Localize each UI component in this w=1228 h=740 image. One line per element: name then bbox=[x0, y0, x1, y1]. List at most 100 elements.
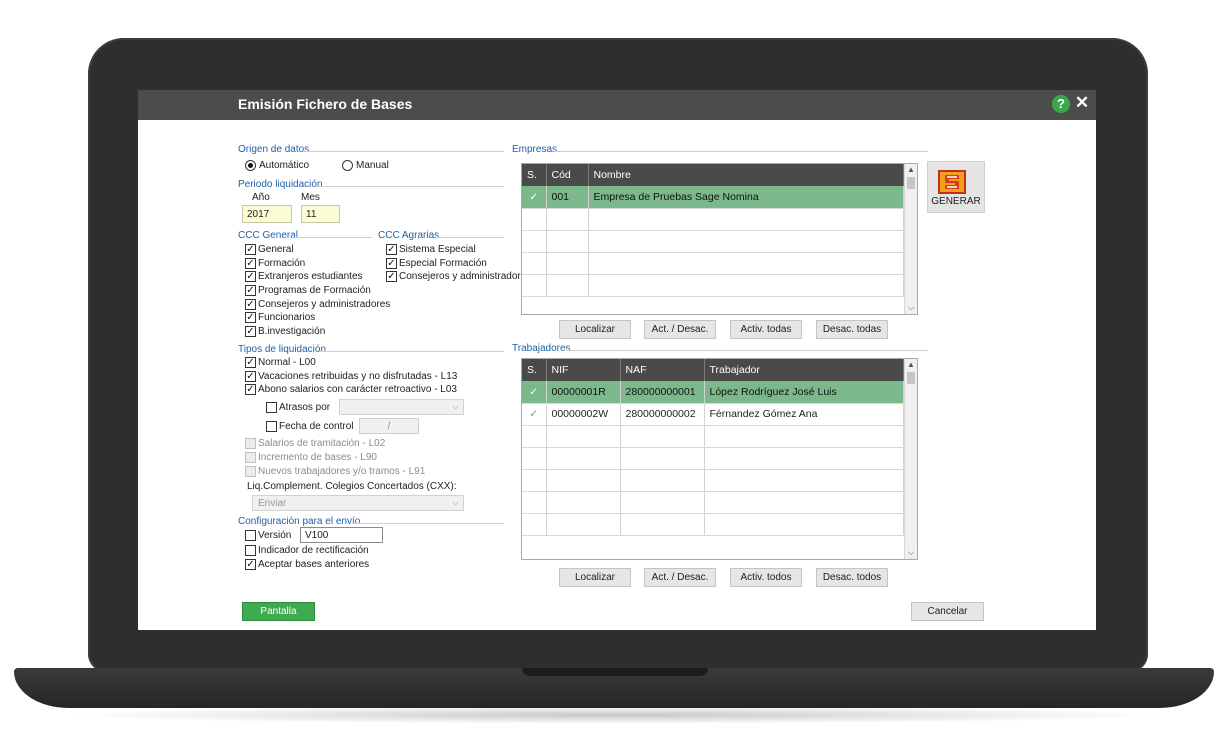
activ-todas-button[interactable]: Activ. todas bbox=[730, 320, 802, 339]
checkbox-formacion[interactable]: ✓ bbox=[245, 258, 256, 269]
checkbox-rectificacion[interactable] bbox=[245, 545, 256, 556]
ccc-general-label: Programas de Formación bbox=[258, 285, 371, 296]
aceptar-bases-label: Aceptar bases anteriores bbox=[258, 559, 370, 570]
checkbox-incremento-bases[interactable] bbox=[245, 452, 256, 463]
checkbox-fecha-control[interactable] bbox=[266, 421, 277, 432]
version-field[interactable]: V100 bbox=[300, 527, 383, 543]
trabajadores-grid: S. NIF NAF Trabajador ✓ 00000001R 280000… bbox=[521, 358, 918, 560]
generar-icon bbox=[938, 170, 966, 194]
checkbox-nuevos-trabajadores[interactable] bbox=[245, 466, 256, 477]
divider bbox=[436, 237, 504, 238]
table-row[interactable] bbox=[522, 513, 904, 536]
checkbox-salarios-tramitacion[interactable] bbox=[245, 438, 256, 449]
checkbox-abono[interactable]: ✓ bbox=[245, 384, 256, 395]
column-header[interactable]: S. bbox=[522, 359, 547, 381]
month-field[interactable]: 11 bbox=[301, 205, 340, 223]
tipos-title: Tipos de liquidación bbox=[238, 344, 327, 355]
checkbox-funcionarios[interactable]: ✓ bbox=[245, 312, 256, 323]
table-row[interactable] bbox=[522, 425, 904, 448]
localizar-trabajadores-button[interactable]: Localizar bbox=[559, 568, 631, 587]
config-title: Configuración para el envío bbox=[238, 516, 361, 527]
atrasos-label: Atrasos por bbox=[279, 402, 331, 413]
table-row[interactable] bbox=[522, 208, 904, 231]
radio-automatico[interactable] bbox=[245, 160, 256, 171]
column-header[interactable]: NIF bbox=[546, 359, 621, 381]
table-row[interactable]: ✓ 001 Empresa de Pruebas Sage Nomina bbox=[522, 186, 904, 209]
liq-complement-select[interactable]: Enviar ⌵ bbox=[252, 495, 464, 511]
checkbox-consejeros[interactable]: ✓ bbox=[245, 299, 256, 310]
pantalla-button[interactable]: Pantalla bbox=[242, 602, 315, 621]
localizar-empresas-button[interactable]: Localizar bbox=[559, 320, 631, 339]
divider bbox=[554, 151, 928, 152]
column-header[interactable]: Trabajador bbox=[704, 359, 904, 381]
empresas-title: Empresas bbox=[512, 144, 558, 155]
act-desac-trabajadores-button[interactable]: Act. / Desac. bbox=[644, 568, 716, 587]
cell-naf: 280000000002 bbox=[620, 403, 705, 426]
app-window: Emisión Fichero de Bases ? ✕ Origen de d… bbox=[138, 90, 1096, 630]
desac-todos-button[interactable]: Desac. todos bbox=[816, 568, 888, 587]
tipo-disabled-label: Incremento de bases - L90 bbox=[258, 452, 377, 463]
empresas-scrollbar[interactable]: ▲ ⌵ bbox=[904, 164, 917, 314]
check-icon[interactable]: ✓ bbox=[522, 381, 547, 404]
check-icon[interactable]: ✓ bbox=[522, 186, 547, 209]
table-row[interactable]: ✓ 00000002W 280000000002 Férnandez Gómez… bbox=[522, 403, 904, 426]
table-row[interactable] bbox=[522, 274, 904, 297]
table-row[interactable] bbox=[522, 252, 904, 275]
checkbox-atrasos[interactable] bbox=[266, 402, 277, 413]
checkbox-programas[interactable]: ✓ bbox=[245, 285, 256, 296]
ccc-general-label: Funcionarios bbox=[258, 312, 316, 323]
checkbox-consejeros-agrarias[interactable]: ✓ bbox=[386, 271, 397, 282]
chevron-down-icon[interactable]: ⌵ bbox=[905, 547, 917, 558]
radio-manual[interactable] bbox=[342, 160, 353, 171]
column-header[interactable]: S. bbox=[522, 164, 547, 186]
checkbox-aceptar-bases[interactable]: ✓ bbox=[245, 559, 256, 570]
column-header[interactable]: Nombre bbox=[588, 164, 904, 186]
scroll-up-icon[interactable]: ▲ bbox=[905, 360, 917, 369]
cancelar-button[interactable]: Cancelar bbox=[911, 602, 984, 621]
table-row[interactable] bbox=[522, 447, 904, 470]
check-icon[interactable]: ✓ bbox=[522, 403, 547, 426]
checkbox-normal[interactable]: ✓ bbox=[245, 357, 256, 368]
scroll-up-icon[interactable]: ▲ bbox=[905, 165, 917, 174]
divider bbox=[320, 351, 504, 352]
scroll-thumb[interactable] bbox=[907, 372, 915, 384]
ccc-general-label: Extranjeros estudiantes bbox=[258, 271, 363, 282]
chevron-down-icon: ⌵ bbox=[452, 497, 459, 507]
checkbox-especial-formacion[interactable]: ✓ bbox=[386, 258, 397, 269]
close-icon[interactable]: ✕ bbox=[1074, 93, 1090, 113]
liq-complement-label: Liq.Complement. Colegios Concertados (CX… bbox=[247, 481, 457, 492]
table-row[interactable]: ✓ 00000001R 280000000001 López Rodríguez… bbox=[522, 381, 904, 404]
scroll-thumb[interactable] bbox=[907, 177, 915, 189]
checkbox-general[interactable]: ✓ bbox=[245, 244, 256, 255]
checkbox-binvestigacion[interactable]: ✓ bbox=[245, 326, 256, 337]
cell-nif: 00000002W bbox=[546, 403, 621, 426]
rectificacion-label: Indicador de rectificación bbox=[258, 545, 369, 556]
tipo-label: Abono salarios con carácter retroactivo … bbox=[258, 384, 457, 395]
column-header[interactable]: NAF bbox=[620, 359, 705, 381]
checkbox-version[interactable] bbox=[245, 530, 256, 541]
atrasos-select[interactable]: ⌵ bbox=[339, 399, 464, 415]
periodo-title: Periodo liquidación bbox=[238, 179, 323, 190]
year-field[interactable]: 2017 bbox=[242, 205, 292, 223]
trabajadores-scrollbar[interactable]: ▲ ⌵ bbox=[904, 359, 917, 559]
act-desac-empresas-button[interactable]: Act. / Desac. bbox=[644, 320, 716, 339]
generar-button[interactable]: GENERAR bbox=[927, 161, 985, 213]
divider bbox=[318, 186, 504, 187]
table-row[interactable] bbox=[522, 469, 904, 492]
cell-naf: 280000000001 bbox=[620, 381, 705, 404]
help-icon[interactable]: ? bbox=[1052, 95, 1070, 113]
ccc-agrarias-label: Especial Formación bbox=[399, 258, 487, 269]
fecha-control-label: Fecha de control bbox=[279, 421, 354, 432]
activ-todos-button[interactable]: Activ. todos bbox=[730, 568, 802, 587]
checkbox-sistema-especial[interactable]: ✓ bbox=[386, 244, 397, 255]
chevron-down-icon[interactable]: ⌵ bbox=[905, 302, 917, 313]
tipo-disabled-label: Salarios de tramitación - L02 bbox=[258, 438, 386, 449]
checkbox-extranjeros[interactable]: ✓ bbox=[245, 271, 256, 282]
fecha-control-field[interactable]: / bbox=[359, 418, 419, 434]
desac-todas-button[interactable]: Desac. todas bbox=[816, 320, 888, 339]
origen-title: Origen de datos bbox=[238, 144, 310, 155]
column-header[interactable]: Cód bbox=[546, 164, 589, 186]
table-row[interactable] bbox=[522, 491, 904, 514]
checkbox-vacaciones[interactable]: ✓ bbox=[245, 371, 256, 382]
table-row[interactable] bbox=[522, 230, 904, 253]
